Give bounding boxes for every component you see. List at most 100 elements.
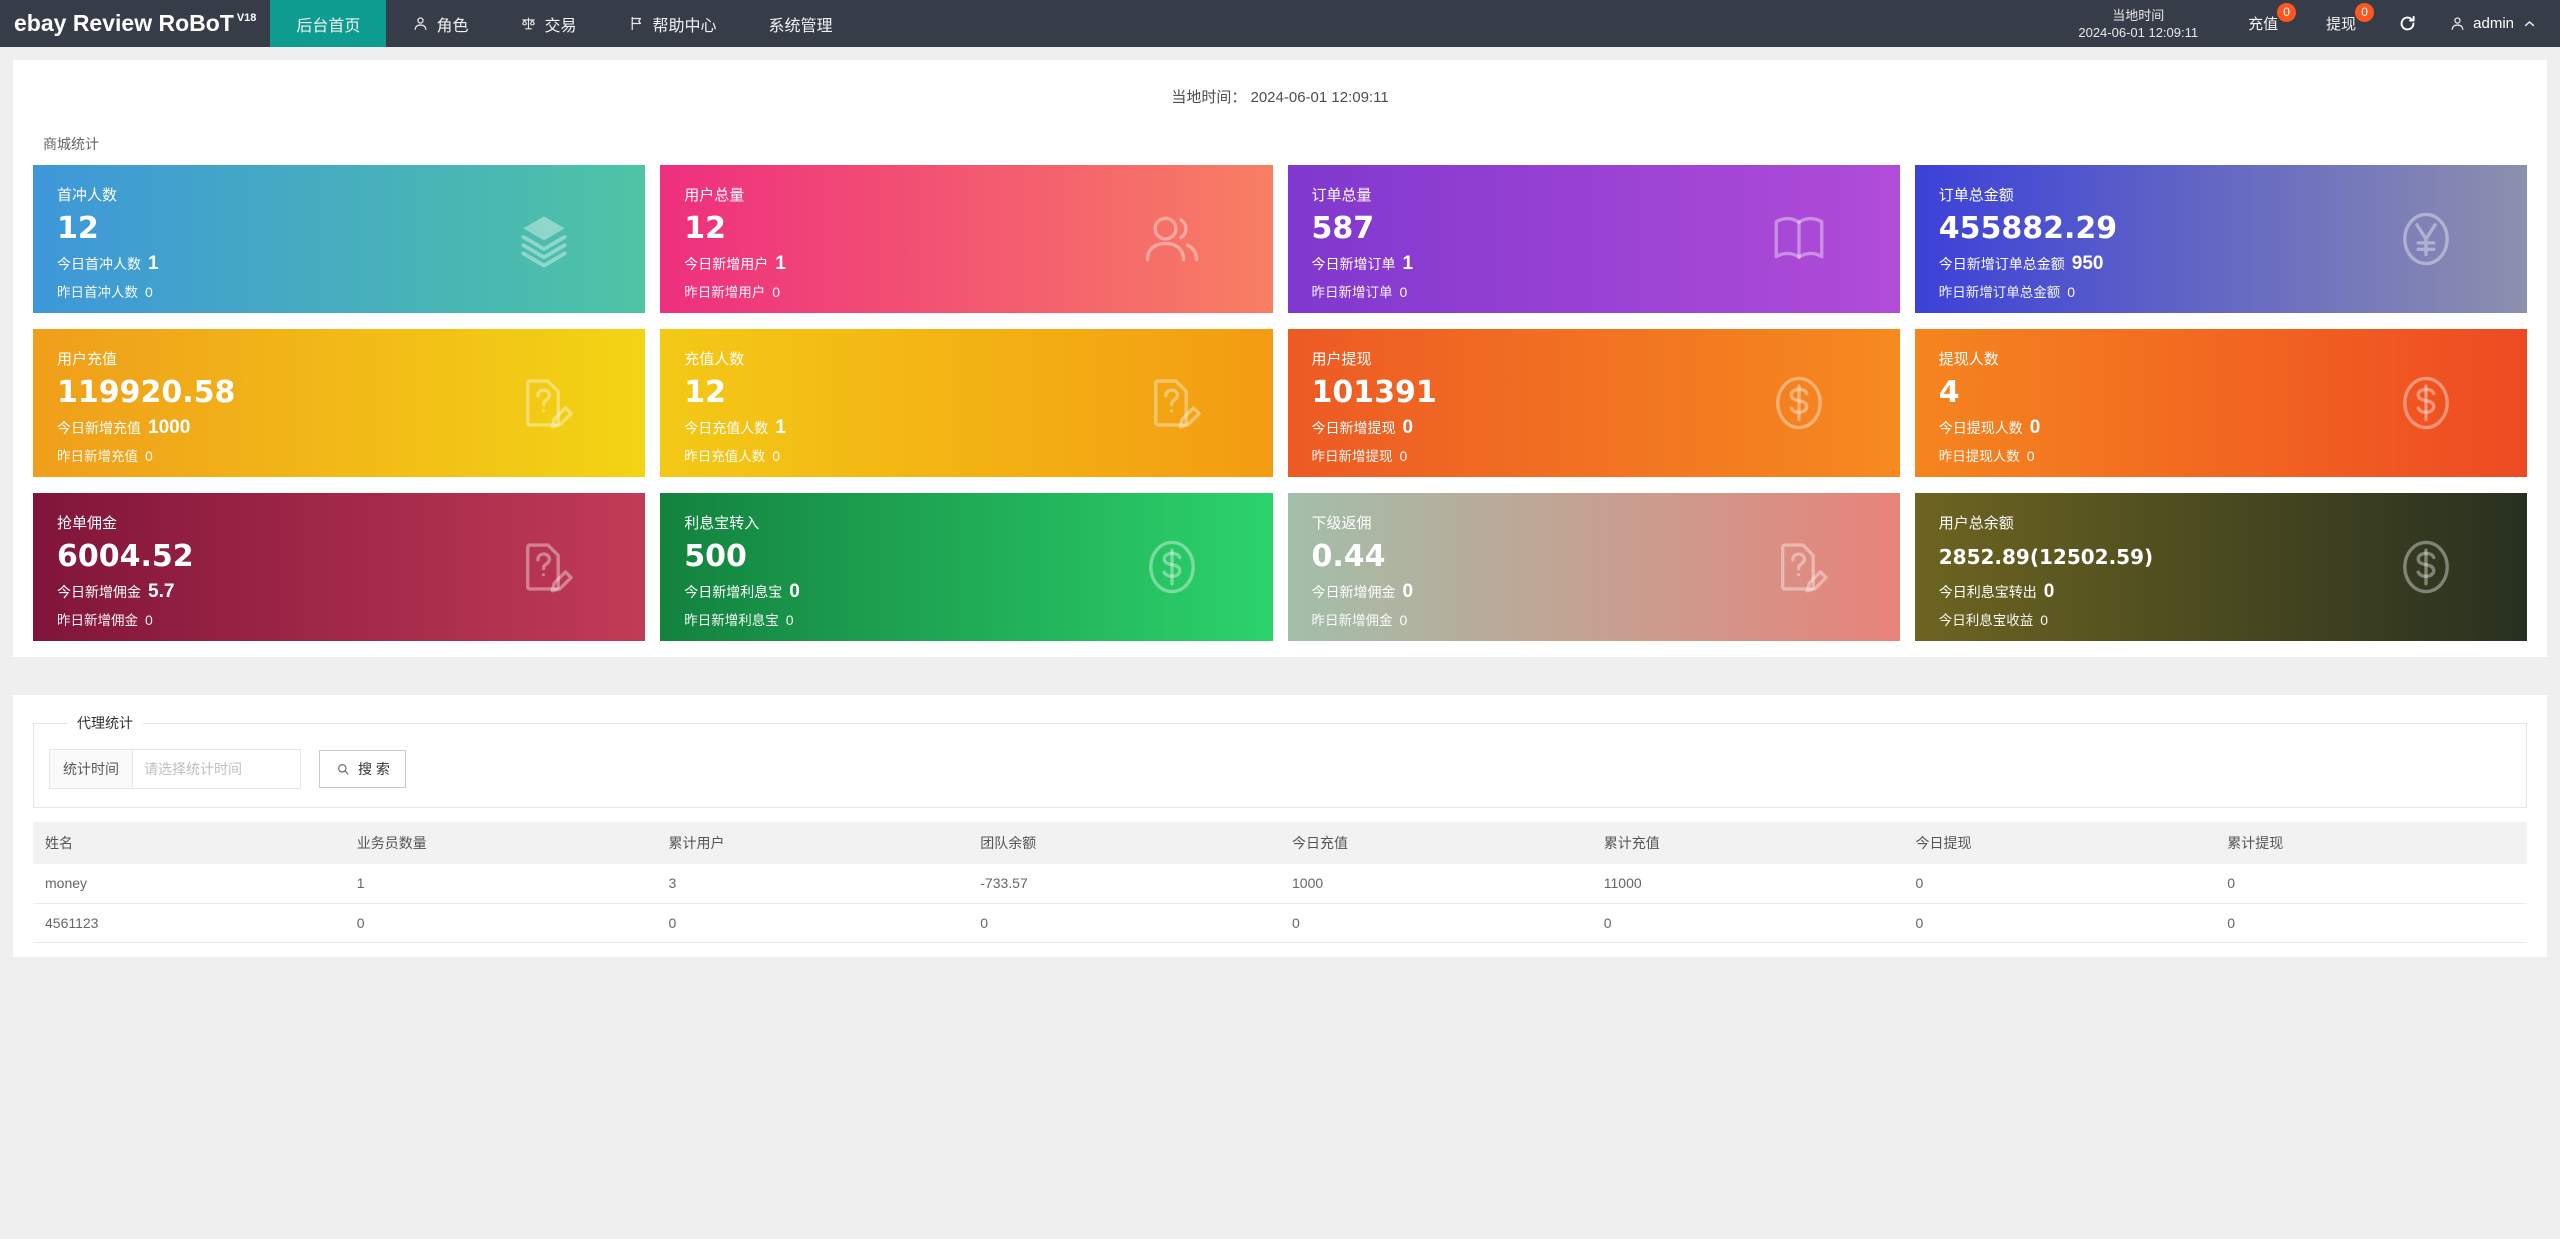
agent-stats-panel: 代理统计 统计时间 搜 索 姓名业务员数量累计用户团队余额今日充值累计充值今日提… <box>13 695 2547 957</box>
stat-card-yesterday-line: 昨日新增订单总金额 0 <box>1938 284 2076 300</box>
app-logo: ebay Review RoBoT V18 <box>0 0 270 47</box>
time-line-label: 当地时间： <box>1171 89 1247 106</box>
top-navbar: ebay Review RoBoT V18 后台首页 角色 交易 帮助中心 系统管… <box>0 0 2560 47</box>
stat-card: 抢单佣金 6004.52 今日新增佣金 5.7 昨日新增佣金 0 <box>33 493 646 641</box>
table-cell: 4561123 <box>33 903 345 943</box>
stat-time-input[interactable] <box>133 749 301 789</box>
withdraw-menu-item[interactable]: 提现 0 <box>2302 0 2380 47</box>
table-cell: 0 <box>1591 903 1904 943</box>
stat-card: 用户提现 101391 今日新增提现 0 昨日新增提现 0 <box>1287 329 1900 477</box>
search-button[interactable]: 搜 索 <box>319 750 406 788</box>
stat-card-title: 用户充值 <box>57 351 118 368</box>
stat-card-yesterday-line: 昨日新增佣金 0 <box>57 612 153 628</box>
user-icon <box>2449 15 2466 32</box>
table-cell: 0 <box>344 903 657 943</box>
stat-card-yesterday-line: 昨日新增提现 0 <box>1311 448 1408 464</box>
column-header: 今日充值 <box>1280 822 1592 864</box>
table-cell: 0 <box>968 903 1280 943</box>
stat-card-title: 利息宝转入 <box>684 515 760 532</box>
table-cell: money <box>33 864 345 904</box>
search-icon <box>335 761 351 777</box>
stat-time-label: 统计时间 <box>49 749 133 789</box>
table-cell: 0 <box>2215 903 2527 943</box>
nav-item-roles[interactable]: 角色 <box>386 0 494 47</box>
flag-icon <box>628 15 645 32</box>
stat-card-yesterday-line: 昨日新增订单 0 <box>1311 284 1408 300</box>
table-header-row: 姓名 业务员数量 累计用户 团队余额 今日充值 累计充值 今日提现 累计提现 <box>33 822 2527 864</box>
stat-card-yesterday-line: 昨日充值人数 0 <box>684 448 781 464</box>
user-icon <box>412 15 429 32</box>
stat-card: 利息宝转入 500 今日新增利息宝 0 昨日新增利息宝 0 <box>660 493 1273 641</box>
stats-grid: 首冲人数 12 今日首冲人数 1 昨日首冲人数 0 用户总量 12 今日新增用户 1 … <box>33 165 2527 641</box>
yen-circle-icon <box>2395 208 2457 270</box>
table-cell: 0 <box>1903 864 2216 904</box>
username: admin <box>2473 15 2514 32</box>
section-title-mall-stats: 商城统计 <box>43 136 99 152</box>
stat-card-title: 订单总金额 <box>1938 187 2014 204</box>
stat-card-yesterday-line: 昨日新增佣金 0 <box>1311 612 1408 628</box>
stat-card: 充值人数 12 今日充值人数 1 昨日充值人数 0 <box>660 329 1273 477</box>
column-header: 累计提现 <box>2215 822 2527 864</box>
dollar-circle-icon <box>2395 536 2457 598</box>
column-header: 累计用户 <box>656 822 969 864</box>
table-cell: 3 <box>656 864 969 904</box>
column-header: 姓名 <box>33 822 345 864</box>
stat-card: 订单总金额 455882.29 今日新增订单总金额 950 昨日新增订单总金额 0 <box>1914 165 2527 313</box>
column-header: 业务员数量 <box>344 822 657 864</box>
dollar-circle-icon <box>1141 536 1203 598</box>
file-edit-icon <box>1768 536 1830 598</box>
stat-card-title: 用户总量 <box>684 187 745 204</box>
file-edit-icon <box>513 536 575 598</box>
table-row: money 1 3 -733.57 1000 11000 0 0 <box>33 864 2527 904</box>
nav-item-trade[interactable]: 交易 <box>494 0 602 47</box>
stat-card-yesterday-line: 昨日新增利息宝 0 <box>684 612 794 628</box>
stat-card-title: 提现人数 <box>1938 351 1999 368</box>
stat-card: 下级返佣 0.44 今日新增佣金 0 昨日新增佣金 0 <box>1287 493 1900 641</box>
refresh-icon <box>2398 14 2417 33</box>
agent-stats-fieldset: 代理统计 统计时间 搜 索 <box>33 713 2527 808</box>
file-edit-icon <box>1141 372 1203 434</box>
table-cell: -733.57 <box>968 864 1280 904</box>
stat-card-title: 下级返佣 <box>1311 515 1372 532</box>
stat-time-group: 统计时间 <box>49 749 301 789</box>
stat-card: 提现人数 4 今日提现人数 0 昨日提现人数 0 <box>1914 329 2527 477</box>
stats-panel: 当地时间： 2024-06-01 12:09:11 商城统计 首冲人数 12 今… <box>13 60 2547 657</box>
time-line-value: 2024-06-01 12:09:11 <box>1250 89 1389 106</box>
stat-card: 首冲人数 12 今日首冲人数 1 昨日首冲人数 0 <box>33 165 646 313</box>
column-header: 今日提现 <box>1903 822 2216 864</box>
agent-filter-row: 统计时间 搜 索 <box>49 749 2511 789</box>
stat-card-yesterday-line: 昨日新增用户 0 <box>684 284 781 300</box>
table-cell: 1 <box>344 864 657 904</box>
table-cell: 0 <box>656 903 969 943</box>
nav-item-help-center[interactable]: 帮助中心 <box>602 0 742 47</box>
user-menu[interactable]: admin <box>2435 15 2560 32</box>
users-icon <box>1141 208 1203 270</box>
nav-item-system[interactable]: 系统管理 <box>742 0 858 47</box>
layers-icon <box>513 208 575 270</box>
navbar-local-time: 当地时间 2024-06-01 12:09:11 <box>2052 7 2224 41</box>
stat-card-title: 充值人数 <box>684 351 745 368</box>
stat-card: 用户充值 119920.58 今日新增充值 1000 昨日新增充值 0 <box>33 329 646 477</box>
stat-card-title: 用户总余额 <box>1938 515 2014 532</box>
stat-card: 用户总余额 2852.89(12502.59) 今日利息宝转出 0 今日利息宝收益… <box>1914 493 2527 641</box>
main-menu: 后台首页 角色 交易 帮助中心 系统管理 <box>270 0 858 47</box>
stat-card-title: 抢单佣金 <box>57 515 118 532</box>
stat-card-yesterday-line: 昨日提现人数 0 <box>1938 448 2035 464</box>
column-header: 团队余额 <box>968 822 1280 864</box>
dollar-circle-icon <box>2395 372 2457 434</box>
table-cell: 0 <box>1280 903 1592 943</box>
app-logo-version: V18 <box>236 11 257 24</box>
nav-item-dashboard[interactable]: 后台首页 <box>270 0 387 47</box>
recharge-menu-item[interactable]: 充值 0 <box>2224 0 2302 47</box>
refresh-button[interactable] <box>2380 14 2435 33</box>
app-logo-text: ebay Review RoBoT <box>14 10 234 36</box>
chevron-up-icon <box>2521 15 2538 32</box>
table-cell: 11000 <box>1591 864 1904 904</box>
stat-card: 订单总量 587 今日新增订单 1 昨日新增订单 0 <box>1287 165 1900 313</box>
stat-card-title: 首冲人数 <box>57 187 118 204</box>
column-header: 累计充值 <box>1591 822 1904 864</box>
file-edit-icon <box>513 372 575 434</box>
local-time-value: 2024-06-01 12:09:11 <box>2078 24 2199 40</box>
stat-card-title: 用户提现 <box>1311 351 1372 368</box>
book-icon <box>1768 208 1830 270</box>
